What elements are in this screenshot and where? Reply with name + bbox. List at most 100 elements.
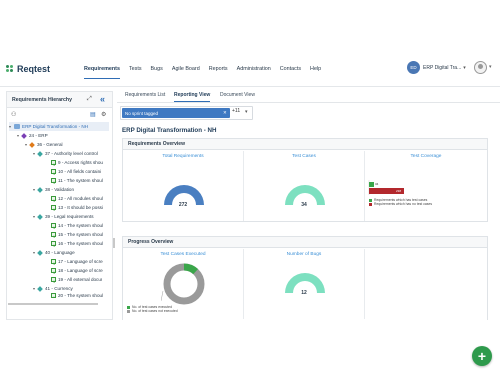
sprint-chip[interactable]: No sprint tagged ✕: [122, 108, 230, 118]
tree-item[interactable]: 19 - All external docur: [51, 275, 109, 284]
tree-item[interactable]: 16 - The system shoul: [51, 239, 109, 248]
tab-reporting-view[interactable]: Reporting View: [174, 92, 211, 102]
tree-item[interactable]: 9 - Access rights shou: [51, 158, 109, 167]
project-badge: ED: [407, 61, 420, 74]
folder-icon: [14, 124, 20, 129]
covered-bar-label: 34: [375, 182, 379, 186]
app-window: Reqtest Requirements Tests Bugs Agile Bo…: [0, 53, 500, 366]
progress-overview-section: Progress Overview Test Cases Executed No…: [122, 236, 488, 320]
test-cases-value: 34: [301, 202, 307, 208]
app-logo[interactable]: Reqtest: [6, 64, 50, 74]
requirement-icon: [51, 223, 56, 228]
requirements-tree: ▾ ERP Digital Transformation - NH ▾ 24 -…: [7, 122, 112, 318]
tree-item[interactable]: ▾ 41 - Currency: [33, 284, 109, 293]
panel-toolbar: ⚇ ▤ ⚙: [7, 108, 112, 122]
add-button[interactable]: +: [472, 346, 492, 366]
requirement-icon: [51, 293, 56, 298]
tree-item-root[interactable]: ▾ ERP Digital Transformation - NH: [9, 122, 109, 131]
group-icon: [37, 150, 43, 157]
tab-document-view[interactable]: Document View: [220, 92, 255, 98]
number-of-bugs-value: 12: [301, 290, 307, 296]
nav-bugs[interactable]: Bugs: [151, 66, 163, 79]
number-of-bugs-card: Number of Bugs 12: [244, 249, 365, 319]
section-heading: Progress Overview: [123, 237, 487, 248]
requirements-hierarchy-panel: Requirements Hierarchy ⤢ « ⚇ ▤ ⚙ ▾ ERP D…: [6, 91, 113, 320]
tree-item[interactable]: ▾ 36 - General: [25, 140, 109, 149]
chevron-down-icon[interactable]: ▾: [489, 64, 492, 70]
panel-title: Requirements Hierarchy: [12, 96, 72, 103]
top-navigation: Reqtest Requirements Tests Bugs Agile Bo…: [0, 53, 500, 87]
tree-item[interactable]: 14 - The system shoul: [51, 221, 109, 230]
card-title: Total Requirements: [162, 154, 204, 159]
tree-item[interactable]: 18 - Language of scre: [51, 266, 109, 275]
uncovered-bar-label: 238: [396, 189, 402, 193]
legend-item: No. of test cases not executed: [127, 309, 178, 313]
nav-requirements[interactable]: Requirements: [84, 66, 120, 79]
total-requirements-value: 272: [178, 202, 188, 208]
collapse-panel-icon[interactable]: «: [100, 94, 105, 104]
tree-item[interactable]: 12 - All modules shoul: [51, 194, 109, 203]
tree-item[interactable]: ▾ 37 - Authority level control: [33, 149, 109, 158]
user-avatar[interactable]: [474, 61, 487, 74]
card-title: Test Cases Executed: [160, 252, 206, 257]
close-icon[interactable]: ✕: [223, 110, 227, 116]
main-menu: Requirements Tests Bugs Agile Board Repo…: [84, 66, 330, 79]
requirement-icon: [51, 241, 56, 246]
page-canvas: Reqtest Requirements Tests Bugs Agile Bo…: [0, 0, 500, 375]
document-icon[interactable]: ▤: [90, 111, 96, 118]
tree-item[interactable]: 13 - It should be possi: [51, 203, 109, 212]
section-heading: Requirements Overview: [123, 139, 487, 150]
horizontal-scrollbar[interactable]: [8, 303, 98, 305]
requirement-icon: [51, 232, 56, 237]
test-coverage-bars: [368, 180, 404, 195]
expand-icon[interactable]: ⤢: [87, 96, 92, 103]
view-tabs: Requirements List Reporting View Documen…: [117, 91, 500, 103]
requirement-icon: [51, 277, 56, 282]
page-title: ERP Digital Transformation - NH: [122, 127, 217, 134]
covered-bar: [369, 182, 374, 187]
nav-agile-board[interactable]: Agile Board: [172, 66, 200, 79]
test-coverage-card: Test Coverage 34 238 Requirements which …: [365, 151, 487, 221]
requirement-icon: [51, 259, 56, 264]
requirement-icon: [51, 205, 56, 210]
nav-reports[interactable]: Reports: [209, 66, 228, 79]
requirement-icon: [51, 160, 56, 165]
chevron-down-icon[interactable]: ▾: [245, 109, 248, 115]
nav-administration[interactable]: Administration: [237, 66, 271, 79]
panel-resize-handle[interactable]: [113, 238, 115, 248]
project-selector[interactable]: ED ERP Digital Tra... ▾: [407, 61, 466, 74]
tree-item[interactable]: ▾ 24 - ERP: [17, 131, 107, 140]
tree-item[interactable]: ▾ 38 - Validation: [33, 185, 109, 194]
group-icon: [37, 213, 43, 220]
nav-contacts[interactable]: Contacts: [280, 66, 301, 79]
card-title: Number of Bugs: [286, 252, 322, 257]
test-cases-executed-donut: [161, 263, 205, 305]
nav-tests[interactable]: Tests: [129, 66, 142, 79]
test-cases-card: Test Cases 34: [244, 151, 365, 221]
tree-item[interactable]: 15 - The system shoul: [51, 230, 109, 239]
group-icon: [37, 249, 43, 256]
tree-item[interactable]: ▾ 40 - Language: [33, 248, 109, 257]
tree-item[interactable]: 17 - Language of scre: [51, 257, 109, 266]
tree-item[interactable]: ▾ 39 - Legal requirements: [33, 212, 109, 221]
tree-item[interactable]: 20 - The system shoul: [51, 293, 109, 298]
group-icon: [29, 141, 35, 148]
nav-help[interactable]: Help: [310, 66, 321, 79]
group-icon: [37, 186, 43, 193]
tree-item[interactable]: 11 - The system shoul: [51, 176, 109, 185]
requirement-icon: [51, 178, 56, 183]
card-title: Test Cases: [292, 154, 316, 159]
panel-header: Requirements Hierarchy ⤢ «: [7, 92, 112, 108]
chevron-down-icon: ▾: [463, 64, 466, 71]
settings-icon[interactable]: ⚙: [101, 111, 106, 118]
tab-requirements-list[interactable]: Requirements List: [125, 92, 165, 98]
tree-item[interactable]: 10 - All fields containi: [51, 167, 109, 176]
empty-card: [365, 249, 487, 319]
legend-item: Requirements which has no test cases: [369, 202, 432, 206]
users-icon[interactable]: ⚇: [11, 111, 16, 118]
sprint-more-count[interactable]: +11: [232, 108, 240, 114]
logo-icon: [6, 64, 15, 74]
group-icon: [37, 285, 43, 292]
requirement-icon: [51, 196, 56, 201]
project-name: ERP Digital Tra...: [423, 64, 462, 71]
